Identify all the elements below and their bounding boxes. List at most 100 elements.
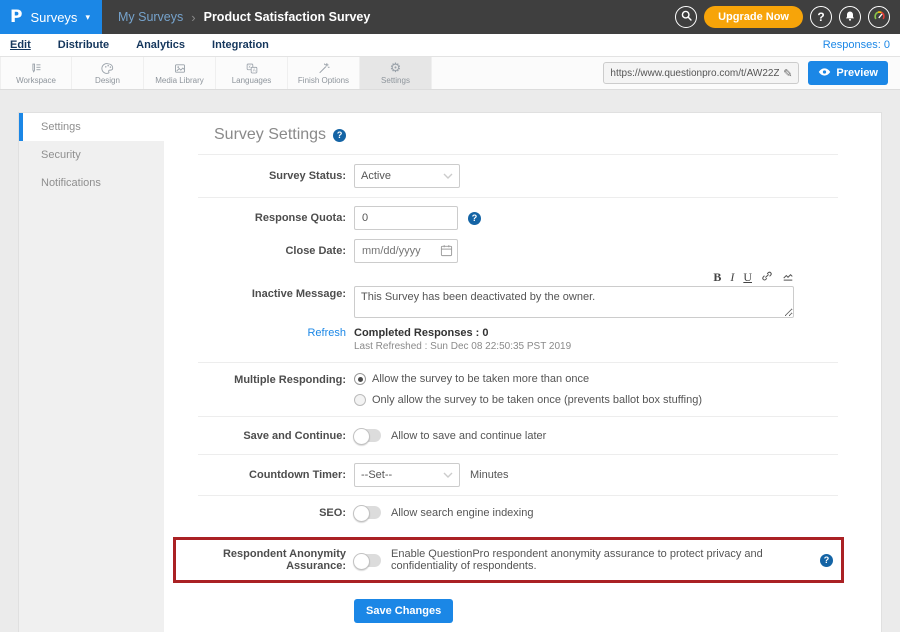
tab-integration[interactable]: Integration	[212, 39, 269, 52]
save-and-continue-toggle[interactable]	[354, 429, 381, 442]
anonymity-description: Enable QuestionPro respondent anonymity …	[391, 548, 814, 572]
anonymity-help-icon[interactable]: ?	[820, 554, 833, 567]
underline-button[interactable]: U	[743, 271, 752, 283]
preview-button[interactable]: Preview	[808, 61, 888, 85]
toolbar-right: https://www.questionpro.com/t/AW22Zf4yf …	[603, 57, 900, 89]
breadcrumb-separator: ›	[191, 10, 195, 25]
breadcrumb-my-surveys[interactable]: My Surveys	[118, 10, 183, 24]
survey-status-select[interactable]: Active	[354, 164, 460, 188]
translate-icon: xA	[245, 62, 259, 75]
insert-image-icon[interactable]	[782, 270, 794, 284]
tab-settings[interactable]: ⚙ Settings	[360, 57, 432, 89]
inactive-message-row: Inactive Message: B I U This Survey has …	[164, 268, 881, 323]
save-and-continue-row: Save and Continue: Allow to save and con…	[164, 417, 881, 454]
countdown-timer-row: Countdown Timer: --Set-- Minutes	[164, 455, 881, 495]
responses-summary-row: Refresh Completed Responses : 0 Last Ref…	[164, 327, 881, 352]
topbar-actions: Upgrade Now ?	[675, 6, 900, 28]
search-button[interactable]	[675, 6, 697, 28]
chevron-down-icon	[443, 469, 453, 481]
chevron-down-icon	[443, 170, 453, 182]
seo-row: SEO: Allow search engine indexing	[164, 496, 881, 529]
tab-distribute[interactable]: Distribute	[58, 39, 109, 52]
tab-finish-options[interactable]: Finish Options	[288, 57, 360, 89]
settings-sidebar: Settings Security Notifications	[19, 113, 164, 632]
save-changes-button[interactable]: Save Changes	[354, 599, 453, 623]
account-usage-button[interactable]	[868, 6, 890, 28]
breadcrumb: My Surveys › Product Satisfaction Survey	[118, 10, 370, 25]
seo-description: Allow search engine indexing	[391, 507, 533, 519]
survey-status-label: Survey Status:	[164, 170, 354, 182]
radio-unselected-icon[interactable]	[354, 394, 366, 406]
close-date-label: Close Date:	[164, 245, 354, 257]
radio-allow-multiple[interactable]: Allow the survey to be taken more than o…	[354, 373, 702, 385]
completed-responses: Completed Responses : 0	[354, 327, 571, 339]
seo-label: SEO:	[164, 507, 354, 519]
inactive-message-label: Inactive Message:	[164, 270, 354, 300]
close-date-row: Close Date:	[164, 234, 881, 268]
inactive-message-textarea[interactable]: This Survey has been deactivated by the …	[354, 286, 794, 318]
questionpro-logo: P	[10, 7, 22, 27]
anonymity-toggle[interactable]	[354, 554, 381, 567]
question-mark-icon: ?	[817, 10, 824, 24]
edit-toolbar: Workspace Design Media Library xA Langua…	[0, 56, 900, 90]
response-quota-label: Response Quota:	[164, 212, 354, 224]
surveys-menu-label: Surveys	[30, 10, 77, 25]
survey-url-field[interactable]: https://www.questionpro.com/t/AW22Zf4yf …	[603, 62, 799, 84]
upgrade-now-button[interactable]: Upgrade Now	[704, 6, 803, 28]
countdown-timer-select[interactable]: --Set--	[354, 463, 460, 487]
last-refreshed: Last Refreshed : Sun Dec 08 22:50:35 PST…	[354, 341, 571, 352]
tab-design[interactable]: Design	[72, 57, 144, 89]
magic-wand-icon	[317, 62, 331, 75]
notifications-button[interactable]	[839, 6, 861, 28]
chevron-down-icon: ▾	[85, 12, 90, 23]
save-and-continue-description: Allow to save and continue later	[391, 430, 546, 442]
app-switcher[interactable]: P Surveys ▾	[0, 0, 102, 34]
radio-selected-icon[interactable]	[354, 373, 366, 385]
italic-button[interactable]: I	[730, 271, 734, 283]
anonymity-highlight-box: Respondent Anonymity Assurance: Enable Q…	[173, 537, 844, 583]
sidebar-item-security[interactable]: Security	[19, 141, 164, 169]
save-row: Save Changes	[164, 599, 881, 632]
workspace-icon	[29, 62, 43, 75]
rich-text-toolbar: B I U	[354, 270, 794, 284]
tab-media-library[interactable]: Media Library	[144, 57, 216, 89]
countdown-timer-suffix: Minutes	[470, 469, 509, 481]
gear-icon: ⚙	[390, 62, 402, 75]
radio-only-once[interactable]: Only allow the survey to be taken once (…	[354, 394, 702, 406]
page-title: Survey Settings	[214, 126, 326, 144]
response-quota-input[interactable]	[354, 206, 458, 230]
tab-analytics[interactable]: Analytics	[136, 39, 185, 52]
save-and-continue-label: Save and Continue:	[164, 430, 354, 442]
settings-card: Settings Security Notifications Survey S…	[18, 112, 882, 632]
survey-status-row: Survey Status: Active	[164, 155, 881, 197]
image-icon	[173, 62, 187, 75]
response-quota-help-icon[interactable]: ?	[468, 212, 481, 225]
multiple-responding-row: Multiple Responding: Allow the survey to…	[164, 363, 881, 416]
edit-url-icon[interactable]: ✎	[783, 67, 792, 80]
search-icon	[680, 9, 693, 25]
sidebar-item-settings[interactable]: Settings	[19, 113, 164, 141]
link-icon[interactable]	[761, 270, 773, 284]
eye-icon	[818, 67, 831, 80]
top-navbar: P Surveys ▾ My Surveys › Product Satisfa…	[0, 0, 900, 34]
refresh-link[interactable]: Refresh	[164, 327, 354, 352]
settings-content: Survey Settings ? Survey Status: Active …	[164, 113, 881, 632]
page-body: Settings Security Notifications Survey S…	[0, 90, 900, 632]
anonymity-label: Respondent Anonymity Assurance:	[176, 548, 354, 572]
tab-edit[interactable]: Edit	[10, 39, 31, 52]
survey-url-text: https://www.questionpro.com/t/AW22Zf4yf	[610, 68, 779, 79]
tab-languages[interactable]: xA Languages	[216, 57, 288, 89]
survey-settings-help-icon[interactable]: ?	[333, 129, 346, 142]
help-button[interactable]: ?	[810, 6, 832, 28]
response-quota-row: Response Quota: ?	[164, 198, 881, 234]
bold-button[interactable]: B	[713, 271, 721, 283]
palette-icon	[101, 62, 115, 75]
svg-text:A: A	[252, 67, 255, 72]
survey-nav: Edit Distribute Analytics Integration Re…	[0, 34, 900, 56]
tab-workspace[interactable]: Workspace	[0, 57, 72, 89]
seo-toggle[interactable]	[354, 506, 381, 519]
bell-icon	[844, 10, 856, 25]
responses-count[interactable]: Responses: 0	[823, 39, 890, 51]
breadcrumb-current-survey: Product Satisfaction Survey	[204, 10, 371, 24]
sidebar-item-notifications[interactable]: Notifications	[19, 169, 164, 197]
